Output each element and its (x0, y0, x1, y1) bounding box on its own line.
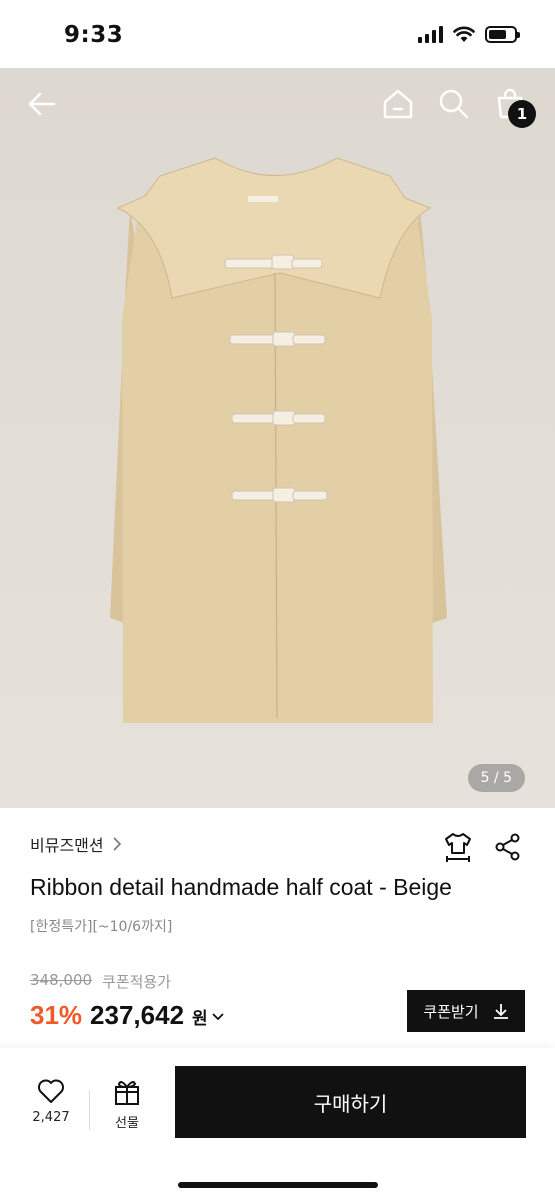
bottom-action-bar: 2,427 선물 구매하기 (0, 1048, 555, 1200)
chevron-down-icon (212, 1012, 224, 1020)
status-bar: 9:33 (0, 0, 555, 68)
buy-button-label: 구매하기 (313, 1091, 388, 1116)
price-detail-toggle[interactable]: 원 (192, 1004, 224, 1029)
search-button[interactable] (434, 84, 474, 124)
share-button[interactable] (493, 832, 523, 862)
image-page-indicator: 5 / 5 (467, 764, 525, 792)
back-button[interactable] (22, 84, 62, 124)
wifi-icon (453, 26, 475, 42)
share-icon (495, 833, 520, 861)
original-price: 348,000 (30, 971, 93, 989)
sale-price: 237,642 (90, 1000, 185, 1030)
discount-rate: 31% (30, 1000, 83, 1030)
heart-icon (38, 1079, 64, 1103)
back-arrow-icon (28, 92, 56, 116)
cellular-signal-icon (418, 26, 443, 43)
brand-name: 비뮤즈맨션 (30, 836, 104, 855)
cart-count-badge: 1 (508, 100, 536, 128)
brand-link[interactable]: 비뮤즈맨션 (30, 832, 122, 856)
product-image (0, 68, 555, 808)
currency-label: 원 (192, 1009, 208, 1029)
divider (89, 1090, 90, 1130)
home-button[interactable] (378, 84, 418, 124)
like-button[interactable]: 2,427 (22, 1078, 80, 1125)
battery-icon (485, 26, 520, 43)
gift-button[interactable]: 선물 (100, 1078, 154, 1131)
top-navigation: 1 (0, 68, 555, 138)
promo-label: [한정특가][~10/6까지] (30, 919, 173, 935)
size-info-button[interactable] (443, 832, 473, 862)
price-block: 348,000 쿠폰적용가 31% 237,642 원 (30, 971, 224, 1031)
chevron-right-icon (113, 837, 121, 851)
download-icon (493, 1004, 508, 1019)
status-time: 9:33 (64, 22, 124, 48)
coupon-button-label: 쿠폰받기 (423, 1002, 479, 1021)
gift-icon (115, 1081, 139, 1105)
search-icon (439, 89, 469, 119)
status-icons (418, 26, 520, 43)
coupon-price-label: 쿠폰적용가 (102, 973, 172, 991)
product-image-gallery[interactable]: 1 5 / 5 (0, 68, 555, 808)
hanger-shirt-icon (445, 833, 471, 862)
home-indicator (178, 1182, 378, 1188)
gift-label: 선물 (115, 1116, 139, 1131)
home-icon (383, 89, 413, 119)
cart-button[interactable]: 1 (490, 84, 536, 128)
coupon-button[interactable]: 쿠폰받기 (407, 990, 525, 1032)
product-actions (443, 832, 523, 862)
like-count: 2,427 (32, 1110, 70, 1125)
product-title: Ribbon detail handmade half coat - Beige (30, 874, 452, 900)
buy-button[interactable]: 구매하기 (175, 1066, 526, 1138)
